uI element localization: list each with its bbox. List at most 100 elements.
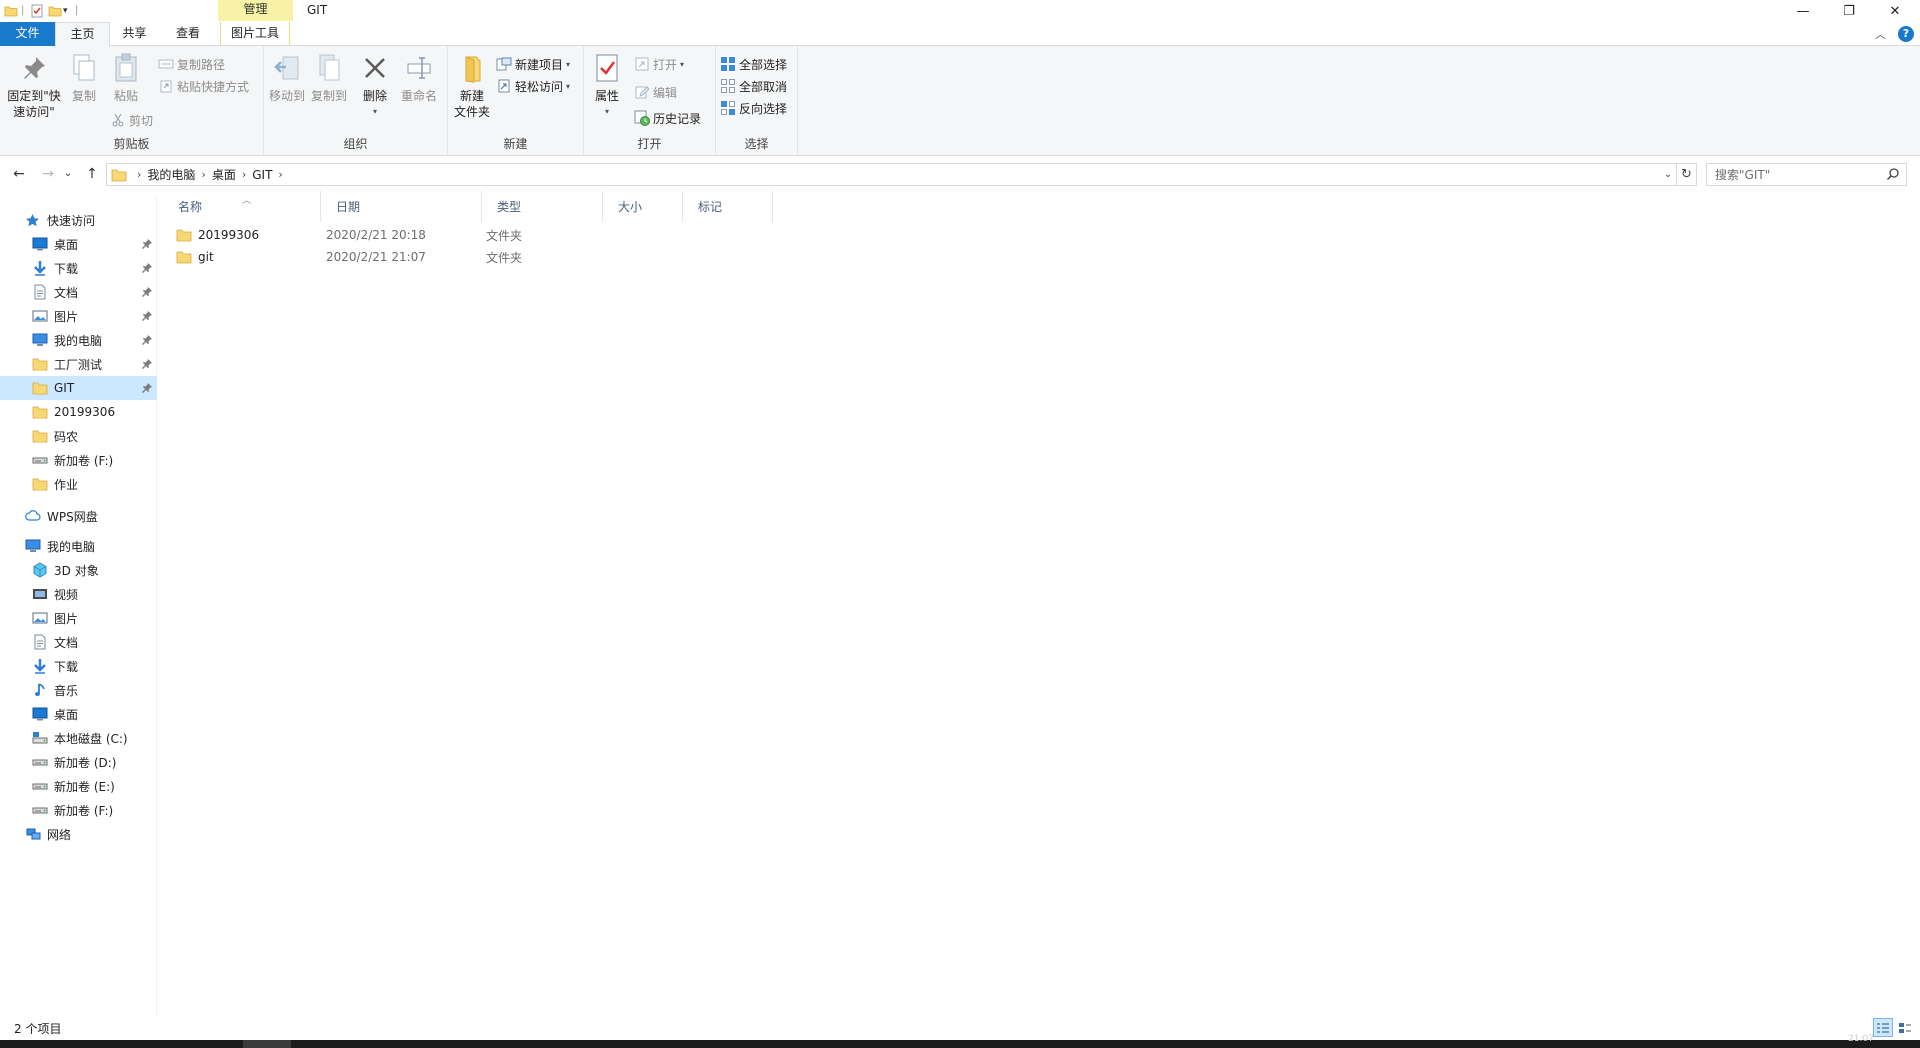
properties-button[interactable]: 属性 ▾ [592,52,622,120]
customize-quick-access-icon[interactable]: ▾ [63,4,68,18]
select-all-button[interactable]: 全部选择 [720,54,787,74]
sidebar-item-picture-3[interactable]: 图片 [0,304,157,328]
sidebar-item-drive-8[interactable]: 新加卷 (D:) [0,750,157,774]
back-arrow-icon[interactable]: ← [9,164,29,184]
sidebar-item-folder-7[interactable]: 20199306 [0,400,157,424]
column-date[interactable]: 日期 [321,191,482,222]
sidebar-item-folder-10[interactable]: 作业 [0,472,157,496]
details-view-icon[interactable] [1873,1018,1893,1037]
breadcrumb-separator-icon[interactable]: › [242,168,246,181]
pin-icon[interactable] [142,358,152,372]
pin-icon[interactable] [142,310,152,324]
column-type[interactable]: 类型 [482,191,603,222]
rename-button[interactable]: 重命名 [398,52,440,104]
sidebar-item-system-drive-7[interactable]: 本地磁盘 (C:) [0,726,157,750]
recent-locations-chevron-icon[interactable]: ⌄ [62,164,74,184]
new-folder-quick-icon[interactable] [48,4,62,18]
forward-arrow-icon[interactable]: → [38,164,58,184]
file-list[interactable]: 名称 ︿ 日期 类型 大小 标记 20199306 2020/2/21 20:1… [163,191,1920,1014]
tab-view[interactable]: 查看 [162,22,214,46]
sidebar-item-download-1[interactable]: 下载 [0,256,157,280]
taskbar-active-app[interactable] [243,1040,291,1048]
delete-button[interactable]: 删除 ▾ [360,52,390,120]
breadcrumb-separator-icon[interactable]: › [201,168,205,181]
sidebar-item-download-4[interactable]: 下载 [0,654,157,678]
refresh-icon[interactable]: ↻ [1677,163,1697,186]
sidebar-item-computer-4[interactable]: 我的电脑 [0,328,157,352]
nav-quick-access[interactable]: 快速访问 [0,208,157,232]
file-name[interactable]: git [198,250,214,264]
properties-quick-icon[interactable] [30,4,44,18]
pin-quick-access-button[interactable]: 固定到"快 速访问" [6,52,62,120]
pin-icon[interactable] [142,262,152,276]
table-row[interactable]: 20199306 2020/2/21 20:18 文件夹 [176,224,546,246]
invert-selection-button[interactable]: 反向选择 [720,98,787,118]
pin-icon[interactable] [142,382,152,396]
sidebar-item-label: 码农 [54,429,79,444]
select-none-button[interactable]: 全部取消 [720,76,787,96]
help-icon[interactable]: ? [1898,26,1914,42]
search-box[interactable] [1706,163,1907,186]
new-folder-button[interactable]: 新建 文件夹 [452,52,492,120]
nav-wps-drive[interactable]: WPS网盘 [0,504,157,528]
pin-icon[interactable] [142,238,152,252]
sidebar-item-folder-5[interactable]: 工厂测试 [0,352,157,376]
tab-file[interactable]: 文件 [0,22,55,46]
sidebar-item-folder-6[interactable]: GIT [0,376,157,400]
copy-button[interactable]: 复制 [68,52,100,104]
sidebar-item-drive-9[interactable]: 新加卷 (F:) [0,448,157,472]
large-icons-view-icon[interactable] [1895,1018,1915,1037]
easy-access-button[interactable]: 轻松访问 ▾ [496,76,570,96]
pin-icon[interactable] [142,286,152,300]
tab-picture-tools[interactable]: 图片工具 [220,22,290,46]
minimize-button[interactable]: — [1780,0,1826,22]
breadcrumb-desktop[interactable]: 桌面 [212,166,236,183]
sidebar-item-video-1[interactable]: 视频 [0,582,157,606]
sidebar-item-folder-8[interactable]: 码农 [0,424,157,448]
search-icon[interactable] [1886,167,1900,184]
pin-icon[interactable] [142,334,152,348]
sidebar-item-drive-10[interactable]: 新加卷 (F:) [0,798,157,822]
address-bar[interactable]: › 我的电脑 › 桌面 › GIT › ⌄ [106,163,1677,186]
collapse-ribbon-icon[interactable]: ︿ [1875,26,1886,42]
sidebar-item-desktop-6[interactable]: 桌面 [0,702,157,726]
paste-button[interactable]: 粘贴 [108,52,144,104]
sidebar-item-cube-0[interactable]: 3D 对象 [0,558,157,582]
breadcrumb-separator-icon[interactable]: › [278,168,282,181]
close-button[interactable]: ✕ [1872,0,1918,22]
nav-network[interactable]: 网络 [0,822,157,846]
sidebar-item-music-5[interactable]: 音乐 [0,678,157,702]
breadcrumb-separator-icon[interactable]: › [137,168,141,181]
drive-icon [31,452,48,468]
history-button[interactable]: 历史记录 [634,108,701,128]
edit-button[interactable]: 编辑 [634,82,677,102]
contextual-tab-manage[interactable]: 管理 [218,0,293,21]
column-size[interactable]: 大小 [603,191,683,222]
tab-home[interactable]: 主页 [55,22,110,47]
open-button[interactable]: 打开 ▾ [634,54,684,74]
new-item-button[interactable]: 新建项目 ▾ [496,54,570,74]
restore-button[interactable]: ❐ [1826,0,1872,22]
sidebar-item-desktop-0[interactable]: 桌面 [0,232,157,256]
breadcrumb-git[interactable]: GIT [252,168,272,182]
address-dropdown-chevron-icon[interactable]: ⌄ [1660,164,1676,185]
breadcrumb-this-pc[interactable]: 我的电脑 [147,166,195,183]
sidebar-item-picture-2[interactable]: 图片 [0,606,157,630]
copy-path-button[interactable]: 复制路径 [158,54,225,74]
file-name[interactable]: 20199306 [198,228,259,242]
search-input[interactable] [1715,167,1875,182]
cut-button[interactable]: 剪切 [110,110,153,130]
paste-shortcut-button[interactable]: 粘贴快捷方式 [158,76,249,96]
drive-icon [31,778,48,794]
sidebar-item-document-2[interactable]: 文档 [0,280,157,304]
nav-this-pc[interactable]: 我的电脑 [0,534,157,558]
sidebar-item-document-3[interactable]: 文档 [0,630,157,654]
sidebar-item-drive-9[interactable]: 新加卷 (E:) [0,774,157,798]
copy-to-button[interactable]: 复制到 [308,52,350,104]
up-arrow-icon[interactable]: ↑ [82,164,102,184]
tab-share[interactable]: 共享 [112,22,157,46]
table-row[interactable]: git 2020/2/21 21:07 文件夹 [176,246,546,268]
column-tags[interactable]: 标记 [683,191,773,222]
navigation-pane[interactable]: 快速访问 桌面 下载 文档 图片 我的电脑 工厂测试 GIT 20199306 码农 新加卷 (F… [0,196,157,1016]
move-to-button[interactable]: 移动到 [266,52,308,104]
